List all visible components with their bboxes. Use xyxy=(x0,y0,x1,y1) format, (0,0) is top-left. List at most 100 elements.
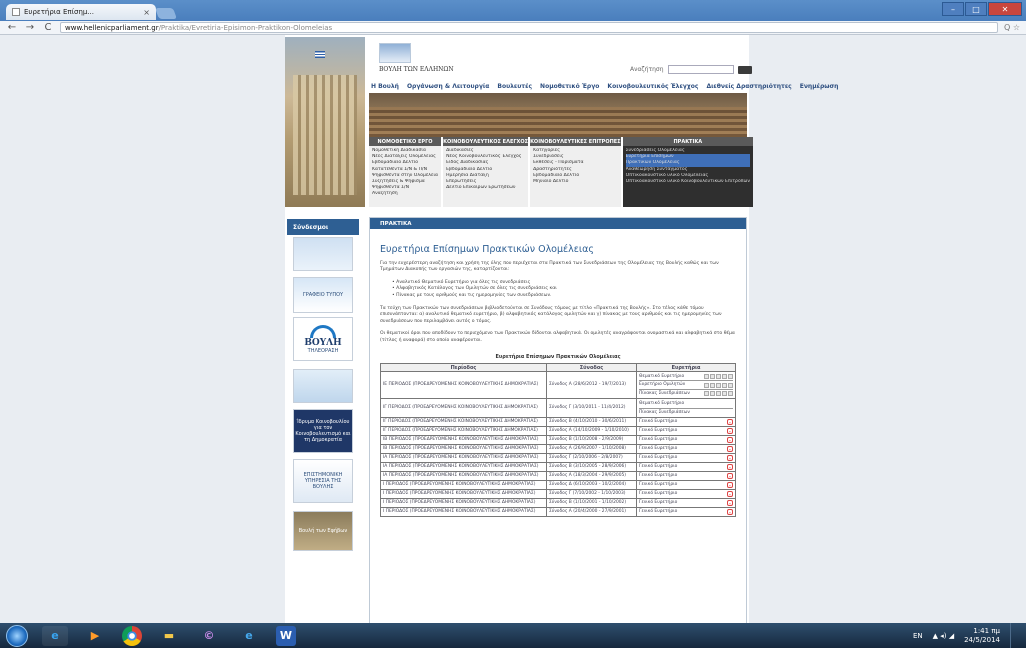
letter-box-icon[interactable] xyxy=(722,382,727,388)
alphabet-links[interactable] xyxy=(704,382,733,388)
topnav-item[interactable]: Η Βουλή xyxy=(371,83,399,90)
close-window-button[interactable]: ✕ xyxy=(988,2,1022,16)
pdf-icon[interactable]: ⌁ xyxy=(727,491,733,498)
general-index-link[interactable]: Γενικό Ευρετήριο xyxy=(639,464,677,469)
language-indicator[interactable]: EN xyxy=(913,632,923,640)
topnav-item[interactable]: Οργάνωση & Λειτουργία xyxy=(407,83,489,90)
word-icon[interactable]: W xyxy=(276,625,296,646)
banner-youth-parliament[interactable]: Βουλή των Εφήβων xyxy=(293,511,353,551)
table-row: ΙΑ ΠΕΡΙΟΔΟΣ (ΠΡΟΕΔΡΕΥΟΜΕΝΗΣ ΚΟΙΝΟΒΟΥΛΕΥΤ… xyxy=(380,462,736,473)
reload-button[interactable]: C xyxy=(42,22,54,33)
pdf-icon[interactable]: ⌁ xyxy=(727,428,733,435)
letter-box-icon[interactable] xyxy=(716,374,721,380)
general-index-link[interactable]: Γενικό Ευρετήριο xyxy=(639,437,677,442)
banner-press-office[interactable]: ΓΡΑΦΕΙΟ ΤΥΠΟΥ xyxy=(293,277,353,313)
site-logo[interactable]: ΒΟΥΛΗ ΤΩΝ ΕΛΛΗΝΩΝ xyxy=(379,43,454,73)
banner-link-4[interactable] xyxy=(293,369,353,403)
tab-close-icon[interactable]: × xyxy=(143,8,150,17)
index-sublink[interactable]: Πίνακας Συνεδριάσεων xyxy=(639,409,733,416)
general-index-link[interactable]: Γενικό Ευρετήριο xyxy=(639,428,677,433)
menu-column-header[interactable]: ΠΡΑΚΤΙΚΑ xyxy=(622,137,753,146)
letter-box-icon[interactable] xyxy=(716,382,721,388)
index-sublink[interactable]: Ευρετήριο Ομιλητών xyxy=(639,381,733,390)
pdf-icon[interactable]: ⌁ xyxy=(727,473,733,480)
pdf-icon[interactable]: ⌁ xyxy=(727,455,733,462)
new-tab-button[interactable] xyxy=(154,8,178,19)
general-index-link[interactable]: Γενικό Ευρετήριο xyxy=(639,446,677,451)
minimize-button[interactable]: – xyxy=(942,2,964,16)
topnav-item[interactable]: Διεθνείς Δραστηριότητες xyxy=(706,83,791,90)
period-cell: ΙΓ ΠΕΡΙΟΔΟΣ (ΠΡΟΕΔΡΕΥΟΜΕΝΗΣ ΚΟΙΝΟΒΟΥΛΕΥΤ… xyxy=(380,398,547,419)
letter-box-icon[interactable] xyxy=(710,391,715,397)
topnav-item[interactable]: Ενημέρωση xyxy=(800,83,839,90)
topnav-item[interactable]: Κοινοβουλευτικός Έλεγχος xyxy=(607,83,698,90)
tray-icons[interactable]: ▲ ◂) ◢ xyxy=(933,632,954,640)
pdf-icon[interactable]: ⌁ xyxy=(727,464,733,471)
menu-item[interactable]: Οπτικοακουστικό υλικό Κοινοβουλευτικών Ε… xyxy=(626,179,750,185)
index-sublink[interactable]: Πίνακας Συνεδριάσεων xyxy=(639,390,733,397)
show-desktop-button[interactable] xyxy=(1010,623,1018,648)
clock[interactable]: 1:41 πμ 24/5/2014 xyxy=(964,627,1000,645)
pdf-icon[interactable]: ⌁ xyxy=(727,446,733,453)
zoom-star-icons[interactable]: Q ☆ xyxy=(1004,23,1020,32)
index-sublink-label: Πίνακας Συνεδριάσεων xyxy=(639,390,690,396)
back-button[interactable]: ← xyxy=(6,22,18,33)
maximize-button[interactable]: □ xyxy=(965,2,987,16)
letter-box-icon[interactable] xyxy=(710,382,715,388)
general-index-link[interactable]: Γενικό Ευρετήριο xyxy=(639,500,677,505)
logo-text: ΒΟΥΛΗ ΤΩΝ ΕΛΛΗΝΩΝ xyxy=(379,66,454,73)
topnav-item[interactable]: Νομοθετικό Έργο xyxy=(540,83,599,90)
letter-box-icon[interactable] xyxy=(704,374,709,380)
general-index-link[interactable]: Γενικό Ευρετήριο xyxy=(639,509,677,514)
internet-explorer-icon[interactable]: e xyxy=(42,625,68,646)
start-button[interactable] xyxy=(6,624,28,647)
index-cell: Γενικό Ευρετήριο ⌁ xyxy=(636,462,736,473)
skype-icon[interactable]: © xyxy=(196,626,222,646)
menu-item[interactable]: Δελτίο Επικαίρων Ερωτήσεων xyxy=(446,185,525,191)
internet-explorer-icon-2[interactable]: e xyxy=(236,626,262,646)
letter-box-icon[interactable] xyxy=(722,374,727,380)
file-explorer-icon[interactable]: ▬ xyxy=(156,626,182,646)
page-viewport: ΒΟΥΛΗ ΤΩΝ ΕΛΛΗΝΩΝ Αναζήτηση Η Βουλή Οργάν… xyxy=(0,35,1026,623)
pdf-icon[interactable]: ⌁ xyxy=(727,419,733,426)
letter-box-icon[interactable] xyxy=(728,374,733,380)
menu-column-header[interactable]: ΚΟΙΝΟΒΟΥΛΕΥΤΙΚΟΣ ΕΛΕΓΧΟΣ xyxy=(443,137,529,146)
general-index-link[interactable]: Γενικό Ευρετήριο xyxy=(639,419,677,424)
pdf-icon[interactable]: ⌁ xyxy=(727,437,733,444)
letter-box-icon[interactable] xyxy=(704,391,709,397)
pdf-icon[interactable]: ⌁ xyxy=(727,482,733,489)
letter-box-icon[interactable] xyxy=(722,391,727,397)
search-button[interactable] xyxy=(737,65,752,74)
letter-box-icon[interactable] xyxy=(716,391,721,397)
media-player-icon[interactable]: ▶ xyxy=(82,626,108,646)
topnav-item[interactable]: Βουλευτές xyxy=(497,83,532,90)
menu-item[interactable]: Αναζήτηση xyxy=(372,191,438,197)
letter-box-icon[interactable] xyxy=(704,382,709,388)
banner-scientific-service[interactable]: ΕΠΙΣΤΗΜΟΝΙΚΗ ΥΠΗΡΕΣΙΑ ΤΗΣ ΒΟΥΛΗΣ xyxy=(293,459,353,503)
index-sublink[interactable]: Θεματικό Ευρετήριο xyxy=(639,373,733,382)
banner-vouli-tv[interactable]: ΒΟΥΛΗ ΤΗΛΕΟΡΑΣΗ xyxy=(293,317,353,361)
forward-button[interactable]: → xyxy=(24,22,36,33)
general-index-link[interactable]: Γενικό Ευρετήριο xyxy=(639,491,677,496)
banner-parliament-foundation[interactable]: Ίδρυμα Κοινοβουλίου για τον Κοινοβουλευτ… xyxy=(293,409,353,453)
banner-link-1[interactable] xyxy=(293,237,353,271)
chrome-icon[interactable] xyxy=(122,625,142,646)
alphabet-links[interactable] xyxy=(704,391,733,397)
index-sublink[interactable]: Θεματικό Ευρετήριο xyxy=(639,400,733,409)
browser-tab[interactable]: Ευρετήρια Επίσημ... × xyxy=(6,4,156,20)
menu-column-header[interactable]: ΚΟΙΝΟΒΟΥΛΕΥΤΙΚΕΣ ΕΠΙΤΡΟΠΕΣ xyxy=(530,137,621,146)
address-bar[interactable]: www.hellenicparliament.gr/Praktika/Evret… xyxy=(60,22,998,33)
general-index-link[interactable]: Γενικό Ευρετήριο xyxy=(639,482,677,487)
period-cell: ΙΑ ΠΕΡΙΟΔΟΣ (ΠΡΟΕΔΡΕΥΟΜΕΝΗΣ ΚΟΙΝΟΒΟΥΛΕΥΤ… xyxy=(380,462,547,473)
general-index-link[interactable]: Γενικό Ευρετήριο xyxy=(639,455,677,460)
general-index-link[interactable]: Γενικό Ευρετήριο xyxy=(639,473,677,478)
menu-item[interactable]: Μηνιαίο Δελτίο xyxy=(533,179,618,185)
pdf-icon[interactable]: ⌁ xyxy=(727,509,733,516)
alphabet-links[interactable] xyxy=(704,374,733,380)
menu-column-header[interactable]: ΝΟΜΟΘΕΤΙΚΟ ΕΡΓΟ xyxy=(369,137,442,146)
letter-box-icon[interactable] xyxy=(710,374,715,380)
letter-box-icon[interactable] xyxy=(728,391,733,397)
letter-box-icon[interactable] xyxy=(728,382,733,388)
search-input[interactable] xyxy=(667,65,734,74)
pdf-icon[interactable]: ⌁ xyxy=(727,500,733,507)
